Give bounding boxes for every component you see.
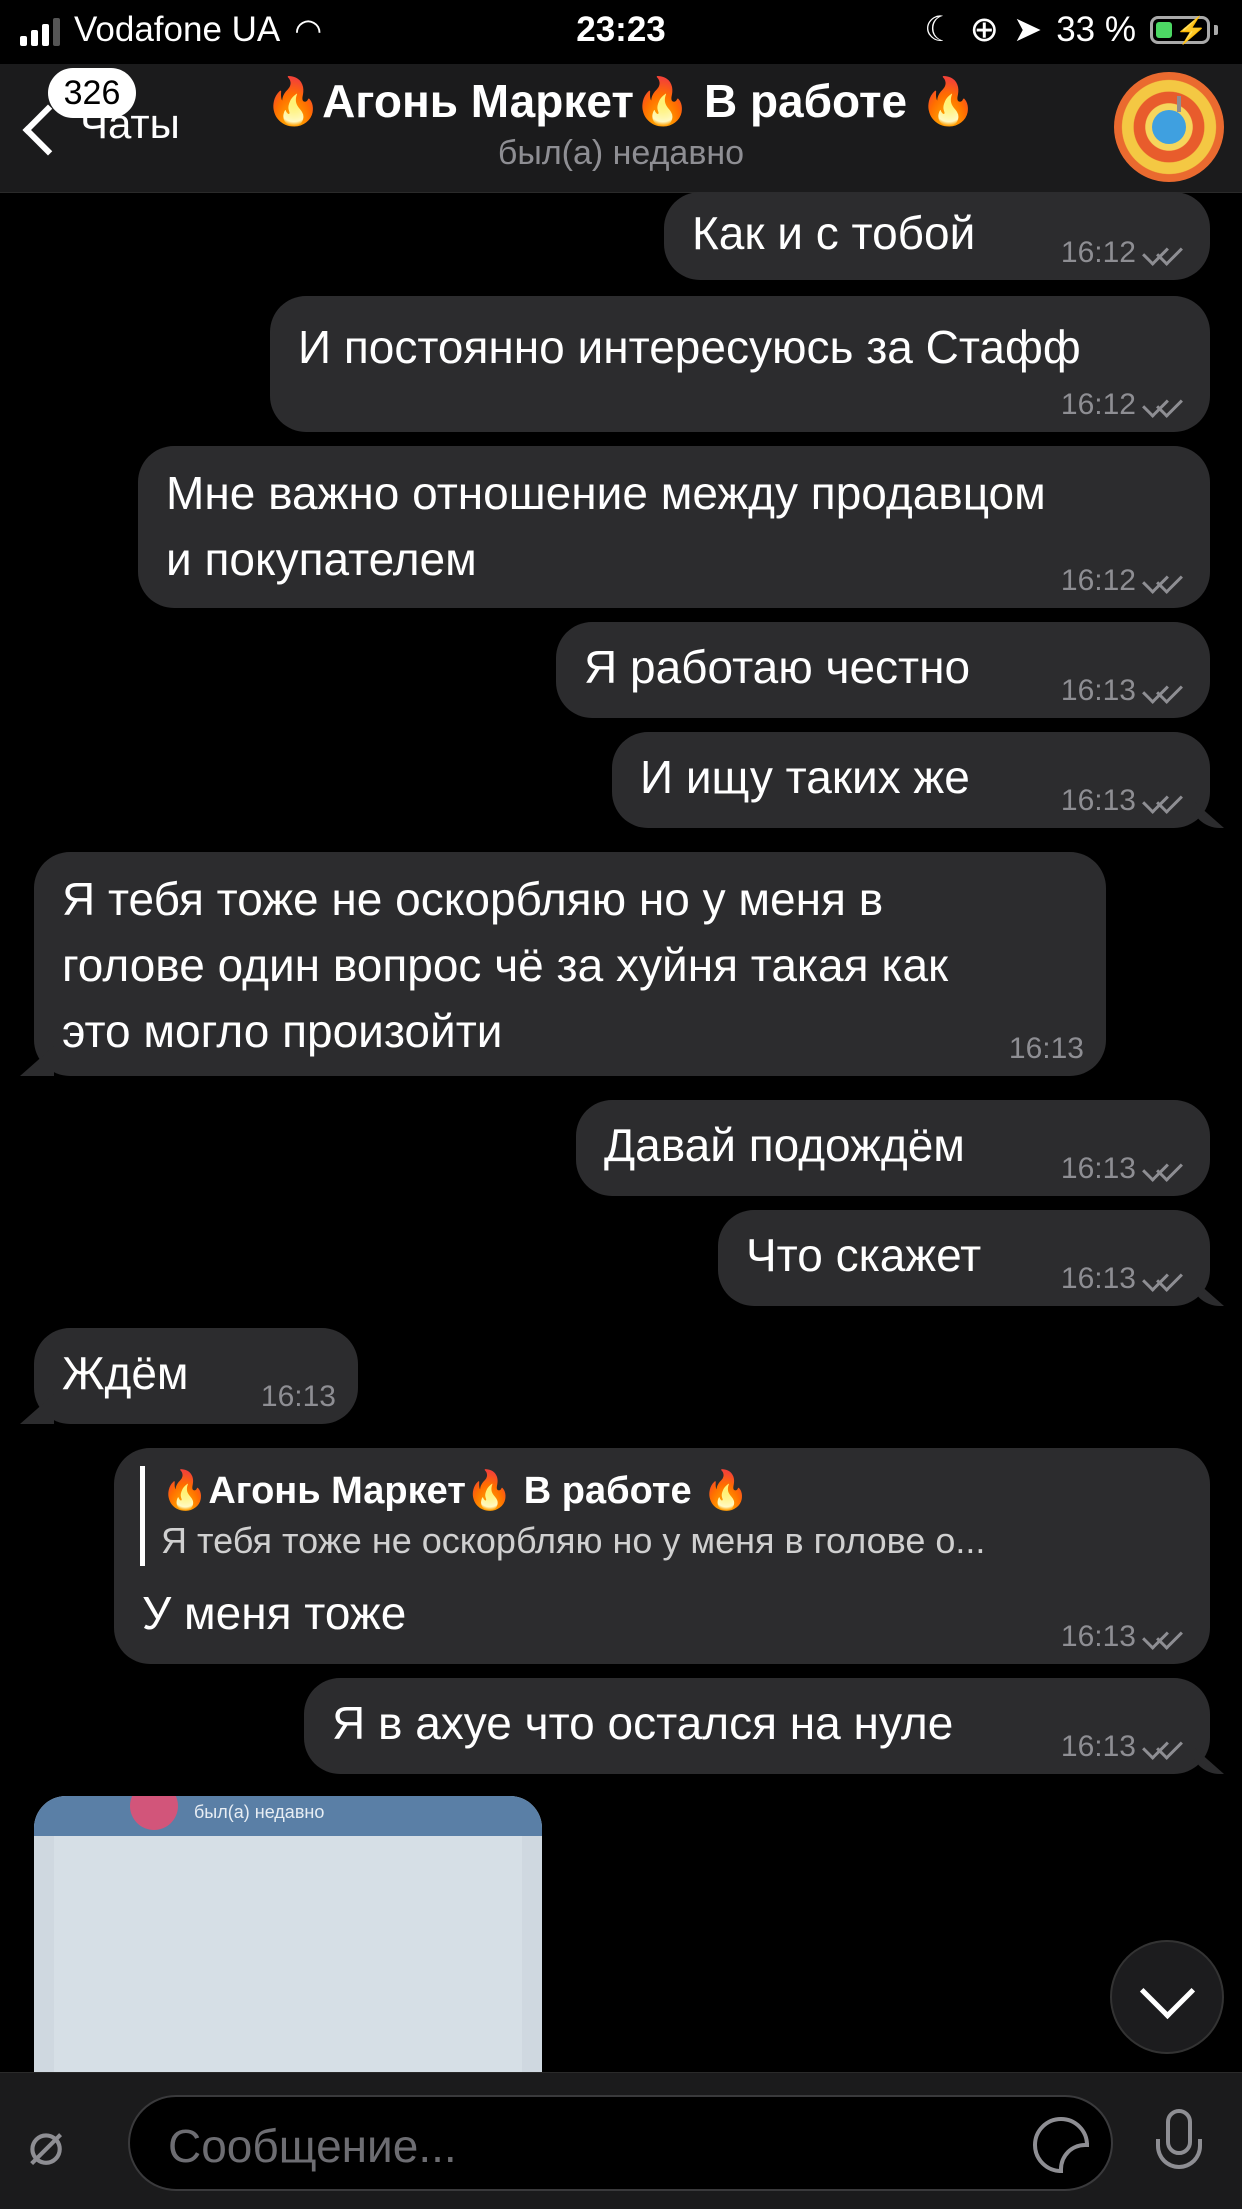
chat-avatar[interactable] <box>1114 72 1224 182</box>
message-text: Как и с тобой <box>692 207 976 259</box>
message-bubble[interactable]: Давай подождём 16:13 <box>576 1100 1210 1196</box>
message-text: Давай подождём <box>604 1119 965 1171</box>
message-line: это могло произойти <box>62 1005 503 1057</box>
message-bubble[interactable]: Как и с тобой 16:12 <box>664 192 1210 280</box>
message-text: И ищу таких же <box>640 751 970 803</box>
message-time: 16:12 <box>1060 236 1136 269</box>
message-meta: 16:13 <box>1061 674 1188 708</box>
reply-preview[interactable]: 🔥Агонь Маркет🔥 В работе 🔥 Я тебя тоже не… <box>140 1466 985 1566</box>
battery-icon: ⚡ <box>1150 15 1210 45</box>
message-time: 16:13 <box>1060 674 1136 707</box>
message-text: Ждём <box>62 1347 189 1399</box>
message-bubble[interactable]: Я в ахуе что остался на нуле 16:13 <box>304 1678 1210 1774</box>
double-check-icon <box>1142 787 1188 815</box>
double-check-icon <box>1142 391 1188 419</box>
message-text: Что скажет <box>746 1229 982 1281</box>
double-check-icon <box>1142 239 1188 267</box>
message-time: 16:13 <box>260 1380 336 1413</box>
message-time: 16:13 <box>1008 1032 1084 1065</box>
double-check-icon <box>1142 677 1188 705</box>
photo-content <box>54 1836 522 2096</box>
message-bubble[interactable]: Я работаю честно 16:13 <box>556 622 1210 718</box>
message-field[interactable] <box>128 2095 1113 2191</box>
double-check-icon <box>1142 1623 1188 1651</box>
message-time: 16:13 <box>1060 1262 1136 1295</box>
message-bubble-reply[interactable]: 🔥Агонь Маркет🔥 В работе 🔥 Я тебя тоже не… <box>114 1448 1210 1664</box>
battery-tip <box>1214 25 1218 35</box>
message-meta: 16:13 <box>1061 1620 1188 1654</box>
battery-percent: 33 % <box>1056 10 1136 49</box>
message-time: 16:13 <box>1060 1730 1136 1763</box>
message-bubble[interactable]: И постоянно интересуюсь за Стафф 16:12 <box>270 296 1210 432</box>
message-meta: 16:13 <box>1061 1262 1188 1296</box>
double-check-icon <box>1142 1265 1188 1293</box>
message-meta: 16:13 <box>1061 1730 1188 1764</box>
photo-message[interactable]: был(а) недавно <box>34 1796 542 2096</box>
status-bar: Vodafone UA ◠ 23:23 ☾ ⊕ ➤ 33 % ⚡ <box>0 0 1242 64</box>
message-line: Я тебя тоже не оскорбляю но у меня в <box>62 873 884 925</box>
message-meta: 16:12 <box>1061 236 1188 270</box>
paperclip-icon[interactable]: ⌀ <box>28 2109 98 2179</box>
message-meta: 16:12 <box>1061 564 1188 598</box>
message-meta: 16:13 <box>1009 1032 1084 1066</box>
sticker-icon[interactable] <box>1033 2117 1089 2173</box>
unread-badge: 326 <box>48 68 136 118</box>
message-text: Я в ахуе что остался на нуле <box>332 1697 954 1749</box>
input-bar: ⌀ <box>0 2072 1242 2209</box>
message-meta: 16:13 <box>1061 784 1188 818</box>
message-text: У меня тоже <box>142 1587 407 1639</box>
message-text: Я работаю честно <box>584 641 971 693</box>
message-bubble[interactable]: Ждём 16:13 <box>34 1328 358 1424</box>
message-meta: 16:13 <box>1061 1152 1188 1186</box>
location-icon: ➤ <box>1012 10 1043 49</box>
message-meta: 16:13 <box>261 1380 336 1414</box>
message-bubble[interactable]: Мне важно отношение между продавцом и по… <box>138 446 1210 608</box>
message-input[interactable] <box>166 2115 1030 2177</box>
message-time: 16:13 <box>1060 1152 1136 1185</box>
message-meta: 16:12 <box>1061 388 1188 422</box>
message-bubble[interactable]: Я тебя тоже не оскорбляю но у меня в гол… <box>34 852 1106 1076</box>
double-check-icon <box>1142 567 1188 595</box>
message-time: 16:13 <box>1060 784 1136 817</box>
chevron-left-icon[interactable] <box>20 102 60 162</box>
double-check-icon <box>1142 1155 1188 1183</box>
chat-title[interactable]: 🔥Агонь Маркет🔥 В работе 🔥 <box>200 74 1042 129</box>
orientation-lock-icon: ⊕ <box>969 10 999 49</box>
message-line: голове один вопрос чё за хуйня такая как <box>62 939 949 991</box>
microphone-stand <box>1177 96 1181 112</box>
chat-status: был(а) недавно <box>497 134 745 172</box>
moon-icon: ☾ <box>924 10 956 49</box>
message-time: 16:13 <box>1060 1620 1136 1653</box>
chat-header: Чаты 326 🔥Агонь Маркет🔥 В работе 🔥 был(а… <box>0 64 1242 193</box>
message-time: 16:12 <box>1060 564 1136 597</box>
message-bubble[interactable]: Что скажет 16:13 <box>718 1210 1210 1306</box>
message-line: и покупателем <box>166 533 477 585</box>
reply-text: Я тебя тоже не оскорбляю но у меня в гол… <box>161 1520 986 1561</box>
message-line: Мне важно отношение между продавцом <box>166 467 1046 519</box>
message-text: И постоянно интересуюсь за Стафф <box>298 321 1081 373</box>
message-bubble[interactable]: И ищу таких же 16:13 <box>612 732 1210 828</box>
scroll-down-button[interactable] <box>1110 1940 1224 2054</box>
battery-fill <box>1156 22 1172 38</box>
reply-author: 🔥Агонь Маркет🔥 В работе 🔥 <box>161 1470 750 1512</box>
photo-inner-subtitle: был(а) недавно <box>194 1802 325 1822</box>
charging-icon: ⚡ <box>1175 15 1208 45</box>
microphone-icon[interactable] <box>1150 2109 1210 2189</box>
message-time: 16:12 <box>1060 388 1136 421</box>
double-check-icon <box>1142 1733 1188 1761</box>
status-right: ☾ ⊕ ➤ 33 % ⚡ <box>924 10 1218 50</box>
